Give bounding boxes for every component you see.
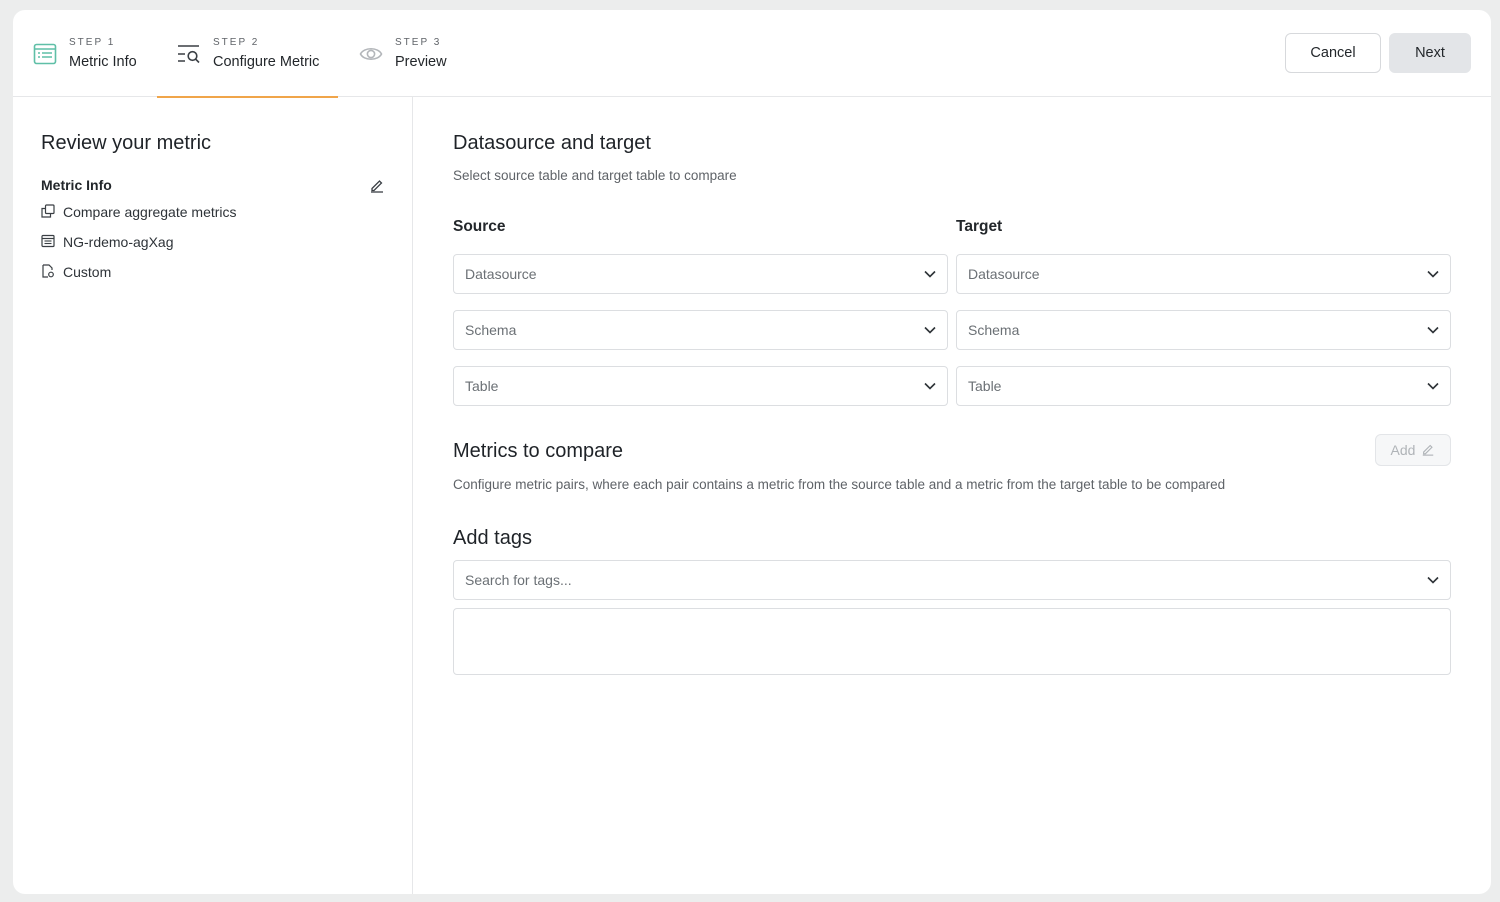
step-name: Preview	[395, 54, 447, 70]
source-table-select[interactable]: Table	[453, 366, 948, 406]
step-3-preview[interactable]: STEP 3 Preview	[359, 10, 447, 97]
target-datasource-select[interactable]: Datasource	[956, 254, 1451, 294]
target-heading: Target	[956, 218, 1003, 235]
target-table-select[interactable]: Table	[956, 366, 1451, 406]
edit-icon[interactable]	[369, 177, 385, 193]
datasource-subtitle: Select source table and target table to …	[453, 168, 737, 183]
selected-tags-area[interactable]	[453, 608, 1451, 675]
wizard-header: STEP 1 Metric Info STEP 2 Configure Metr…	[13, 10, 1491, 98]
step-2-configure-metric[interactable]: STEP 2 Configure Metric	[157, 10, 339, 98]
select-placeholder: Schema	[968, 322, 1020, 338]
select-placeholder: Datasource	[968, 266, 1040, 282]
tag-search-select[interactable]: Search for tags...	[453, 560, 1451, 600]
select-placeholder: Table	[465, 378, 499, 394]
chevron-down-icon	[1426, 573, 1440, 587]
target-schema-select[interactable]: Schema	[956, 310, 1451, 350]
chevron-down-icon	[1426, 379, 1440, 393]
copy-icon	[41, 203, 63, 221]
sidebar-item-custom: Custom	[41, 262, 111, 282]
cancel-button[interactable]: Cancel	[1285, 33, 1381, 73]
chevron-down-icon	[923, 323, 937, 337]
review-sidebar: Review your metric Metric Info Compare a…	[13, 97, 413, 894]
list-icon	[33, 42, 57, 66]
sidebar-item-metric-type: Compare aggregate metrics	[41, 202, 237, 222]
source-heading: Source	[453, 218, 506, 235]
select-placeholder: Datasource	[465, 266, 537, 282]
sidebar-section-title: Metric Info	[41, 177, 112, 193]
wizard-card: STEP 1 Metric Info STEP 2 Configure Metr…	[13, 10, 1491, 894]
edit-icon	[1415, 442, 1435, 459]
step-name: Configure Metric	[213, 54, 320, 70]
datasource-title: Datasource and target	[453, 132, 651, 154]
select-placeholder: Schema	[465, 322, 517, 338]
eye-icon	[359, 42, 383, 66]
metrics-subtitle: Configure metric pairs, where each pair …	[453, 477, 1226, 492]
chevron-down-icon	[923, 379, 937, 393]
sidebar-item-table: NG-rdemo-agXag	[41, 232, 174, 252]
add-metric-pair-button[interactable]: Add	[1375, 434, 1451, 466]
file-icon	[41, 263, 63, 281]
step-label: STEP 3	[395, 37, 442, 48]
sidebar-item-label: NG-rdemo-agXag	[63, 234, 174, 250]
sidebar-item-label: Compare aggregate metrics	[63, 204, 237, 220]
step-1-metric-info[interactable]: STEP 1 Metric Info	[33, 10, 137, 97]
source-schema-select[interactable]: Schema	[453, 310, 948, 350]
metrics-title: Metrics to compare	[453, 440, 624, 462]
step-label: STEP 2	[213, 37, 260, 48]
sidebar-item-label: Custom	[63, 264, 112, 280]
step-name: Metric Info	[69, 54, 137, 70]
next-button[interactable]: Next	[1389, 33, 1471, 73]
chevron-down-icon	[1426, 323, 1440, 337]
add-button-label: Add	[1390, 442, 1416, 458]
sidebar-title: Review your metric	[41, 132, 212, 154]
chevron-down-icon	[1426, 267, 1440, 281]
source-datasource-select[interactable]: Datasource	[453, 254, 948, 294]
chevron-down-icon	[923, 267, 937, 281]
select-placeholder: Search for tags...	[465, 572, 572, 588]
step-label: STEP 1	[69, 37, 116, 48]
table-icon	[41, 234, 63, 251]
search-list-icon	[177, 42, 201, 66]
tags-title: Add tags	[453, 527, 532, 549]
select-placeholder: Table	[968, 378, 1002, 394]
